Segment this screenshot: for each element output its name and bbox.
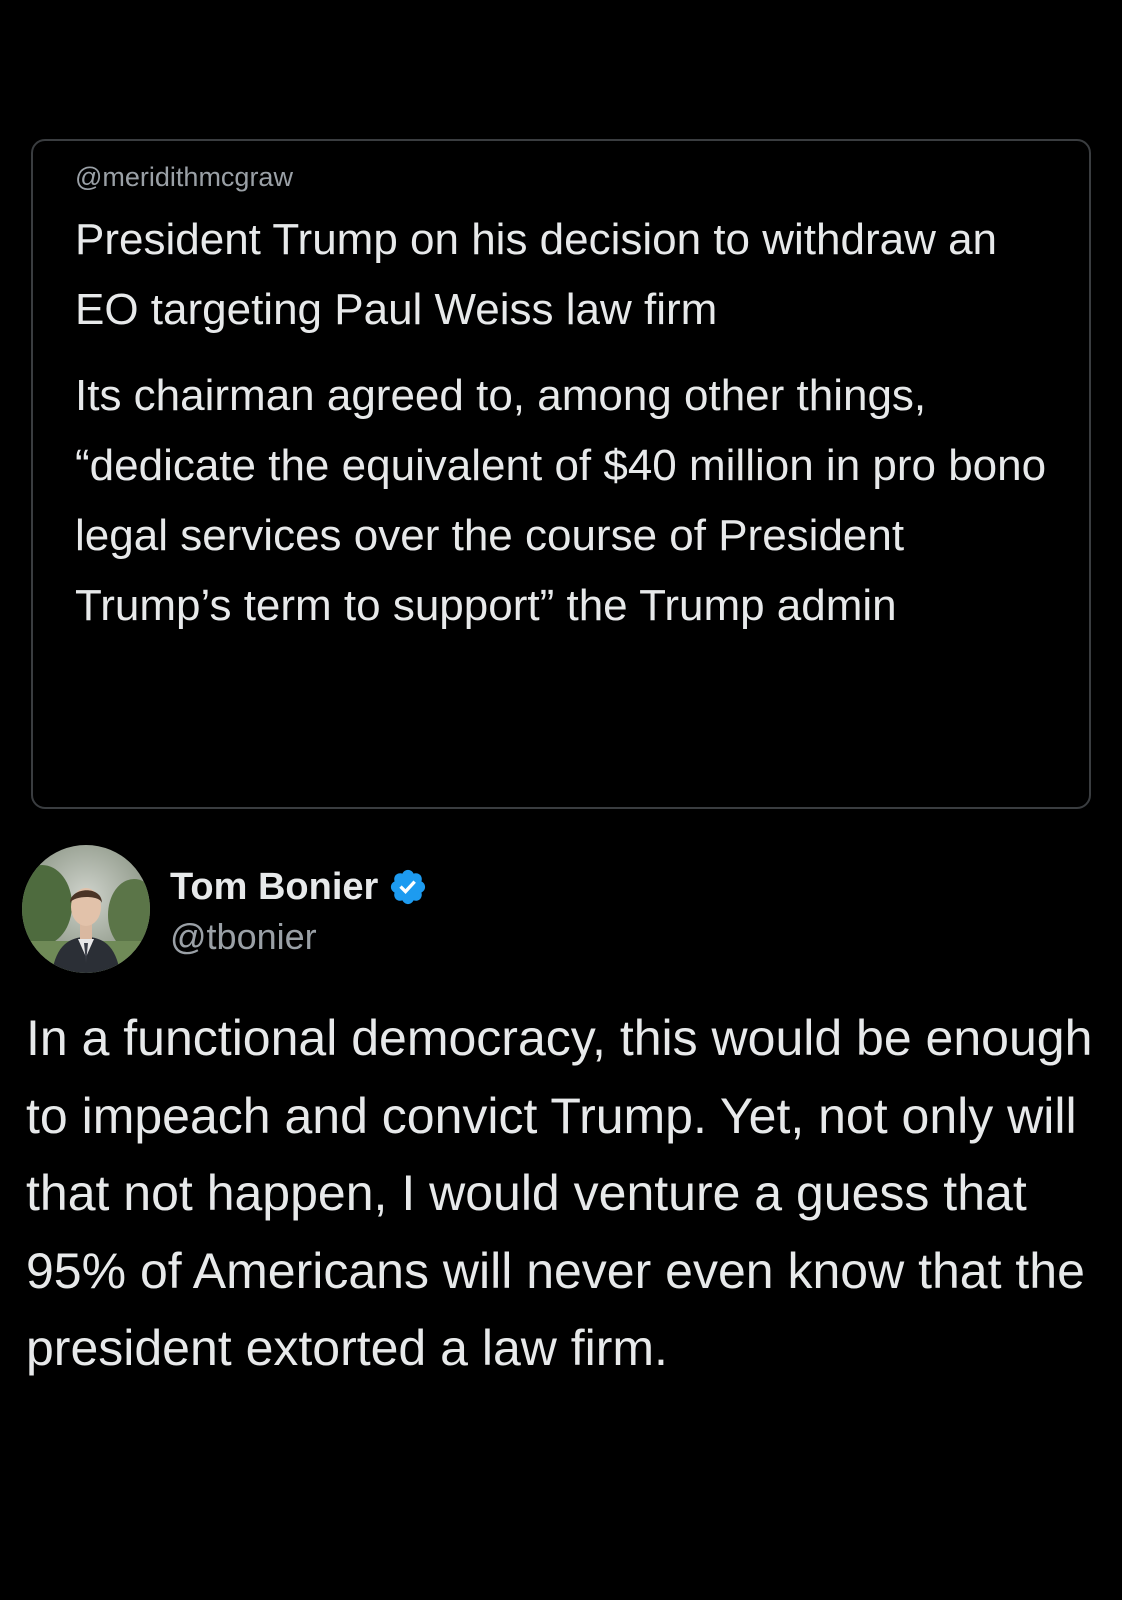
avatar[interactable] bbox=[22, 845, 150, 973]
author-name[interactable]: Tom Bonier bbox=[170, 863, 378, 911]
verified-badge-icon bbox=[388, 867, 428, 907]
post-text: In a functional democracy, this would be… bbox=[26, 1010, 1093, 1376]
author-name-line: Tom Bonier bbox=[170, 863, 428, 911]
avatar-photo bbox=[22, 845, 150, 973]
author-handle[interactable]: @tbonier bbox=[170, 913, 317, 961]
quoted-post-card[interactable]: @meridithmcgraw President Trump on his d… bbox=[31, 139, 1091, 809]
post-author-row: Tom Bonier @tbonier bbox=[22, 845, 1082, 975]
quoted-post-text-paragraph-2: Its chairman agreed to, among other thin… bbox=[75, 371, 1047, 630]
quoted-post-text-paragraph-1: President Trump on his decision to withd… bbox=[75, 215, 998, 334]
quoted-post-handle[interactable]: @meridithmcgraw bbox=[75, 155, 1051, 199]
